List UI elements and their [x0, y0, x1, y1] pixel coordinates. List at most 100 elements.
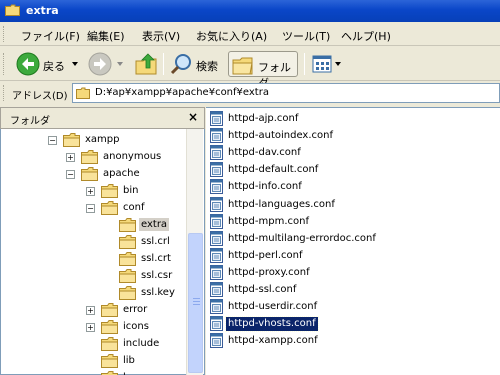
- config-file-icon: [210, 128, 223, 144]
- config-file-icon: [210, 213, 223, 229]
- menu-file[interactable]: ファイル(F): [21, 28, 80, 44]
- folder-icon: [101, 337, 118, 351]
- search-icon: [170, 54, 191, 75]
- file-name: httpd-xampp.conf: [228, 335, 318, 347]
- tree-item-bin[interactable]: + bin: [0, 183, 186, 200]
- folder-icon: [101, 354, 118, 368]
- config-file-icon: [210, 162, 223, 178]
- config-file-icon: [210, 316, 223, 332]
- folder-icon: [101, 371, 118, 375]
- address-value: D:¥ap¥xampp¥apache¥conf¥extra: [95, 87, 269, 98]
- forward-button[interactable]: [84, 51, 128, 77]
- config-file-icon: [210, 145, 223, 161]
- tree-item-extra[interactable]: extra: [0, 217, 186, 234]
- file-name: httpd-proxy.conf: [228, 266, 310, 278]
- address-bar: アドレス(D) D:¥ap¥xampp¥apache¥conf¥extra: [0, 82, 500, 104]
- close-icon[interactable]: ×: [185, 110, 201, 124]
- folder-icon: [5, 4, 20, 16]
- tree-item-label: ssl.crt: [141, 253, 171, 264]
- tree-item-label: lib: [123, 355, 135, 366]
- tree-item-anonymous[interactable]: + anonymous: [0, 149, 186, 166]
- tree-item-label: xampp: [85, 134, 120, 145]
- tree-item-include[interactable]: include: [0, 336, 186, 353]
- forward-arrow-icon: [88, 52, 112, 76]
- collapse-icon[interactable]: −: [48, 136, 57, 145]
- menu-bar: ファイル(F) 編集(E) 表示(V) お気に入り(A) ツール(T) ヘルプ(…: [0, 22, 500, 46]
- menu-tools[interactable]: ツール(T): [282, 28, 330, 44]
- config-file-icon: [210, 111, 223, 126]
- tree-item-label: conf: [123, 202, 145, 213]
- collapse-icon[interactable]: −: [86, 204, 95, 213]
- folder-icon: [119, 286, 136, 300]
- tree-item-l[interactable]: l: [0, 370, 186, 375]
- file-name: httpd-perl.conf: [228, 249, 303, 261]
- tree-item-ssl-csr[interactable]: ssl.csr: [0, 268, 186, 285]
- menu-edit[interactable]: 編集(E): [87, 28, 125, 44]
- folder-icon: [76, 87, 90, 99]
- file-name: httpd-mpm.conf: [228, 215, 309, 227]
- forward-dropdown-icon[interactable]: [117, 62, 123, 66]
- menu-view[interactable]: 表示(V): [142, 28, 180, 44]
- folders-icon: [232, 57, 253, 75]
- title-bar[interactable]: extra: [0, 0, 500, 22]
- file-name: httpd-autoindex.conf: [228, 130, 333, 142]
- file-name: httpd-info.conf: [228, 181, 302, 193]
- tree-item-lib[interactable]: lib: [0, 353, 186, 370]
- address-grip[interactable]: [3, 85, 6, 101]
- tree-item-error[interactable]: + error: [0, 302, 186, 319]
- tree-item-label: extra: [139, 218, 170, 231]
- folder-icon: [119, 252, 136, 266]
- tree-item-label: ssl.key: [141, 287, 175, 298]
- toolbar: 戻る 検索 フォルダ: [0, 47, 500, 90]
- expand-icon[interactable]: +: [86, 306, 95, 315]
- tree-item-label: ssl.crl: [141, 236, 170, 247]
- expand-icon[interactable]: +: [66, 153, 75, 162]
- config-file-icon: [210, 196, 223, 212]
- views-button[interactable]: [309, 51, 343, 77]
- file-name: httpd-vhosts.conf: [225, 316, 319, 333]
- tree-item-label: apache: [103, 168, 140, 179]
- tree-item-xampp[interactable]: − xampp: [0, 132, 186, 149]
- folder-icon: [119, 235, 136, 249]
- window-title: extra: [26, 4, 59, 17]
- folder-icon: [101, 184, 118, 198]
- address-input[interactable]: D:¥ap¥xampp¥apache¥conf¥extra: [72, 83, 500, 103]
- config-file-icon: [210, 282, 223, 297]
- config-file-icon: [210, 179, 223, 195]
- file-name: httpd-ajp.conf: [228, 113, 299, 124]
- search-button[interactable]: 検索: [168, 51, 224, 77]
- tree-item-label: error: [123, 304, 148, 315]
- back-dropdown-icon[interactable]: [72, 62, 78, 66]
- back-button[interactable]: 戻る: [12, 51, 80, 77]
- tree-item-label: icons: [123, 321, 149, 332]
- menu-help[interactable]: ヘルプ(H): [341, 28, 391, 44]
- tree-item-icons[interactable]: + icons: [0, 319, 186, 336]
- tree-item-ssl-crt[interactable]: ssl.crt: [0, 251, 186, 268]
- folder-pane-header: フォルダ ×: [0, 107, 205, 129]
- folder-icon: [101, 320, 118, 334]
- file-name: httpd-ssl.conf: [228, 284, 297, 295]
- menu-grip[interactable]: [3, 26, 6, 42]
- file-name: httpd-dav.conf: [228, 147, 301, 159]
- folder-icon: [119, 218, 136, 232]
- folder-tree-scrollbar[interactable]: [186, 129, 203, 375]
- toolbar-separator: [304, 53, 305, 75]
- expand-icon[interactable]: +: [86, 187, 95, 196]
- expand-icon[interactable]: +: [86, 323, 95, 332]
- toolbar-grip[interactable]: [3, 53, 6, 75]
- config-file-icon: [210, 247, 223, 263]
- folder-icon: [119, 269, 136, 283]
- folders-button[interactable]: フォルダ: [228, 51, 298, 90]
- scrollbar-thumb[interactable]: [188, 233, 203, 373]
- tree-item-ssl-key[interactable]: ssl.key: [0, 285, 186, 302]
- config-file-icon: [210, 333, 223, 349]
- tree-item-ssl-crl[interactable]: ssl.crl: [0, 234, 186, 251]
- collapse-icon[interactable]: −: [66, 170, 75, 179]
- tree-item-conf[interactable]: − conf: [0, 200, 186, 217]
- up-button[interactable]: [132, 51, 158, 77]
- tree-item-label: ssl.csr: [141, 270, 173, 281]
- views-dropdown-icon[interactable]: [335, 62, 341, 66]
- menu-favorites[interactable]: お気に入り(A): [196, 28, 267, 44]
- address-label: アドレス(D): [12, 91, 68, 102]
- tree-item-apache[interactable]: − apache: [0, 166, 186, 183]
